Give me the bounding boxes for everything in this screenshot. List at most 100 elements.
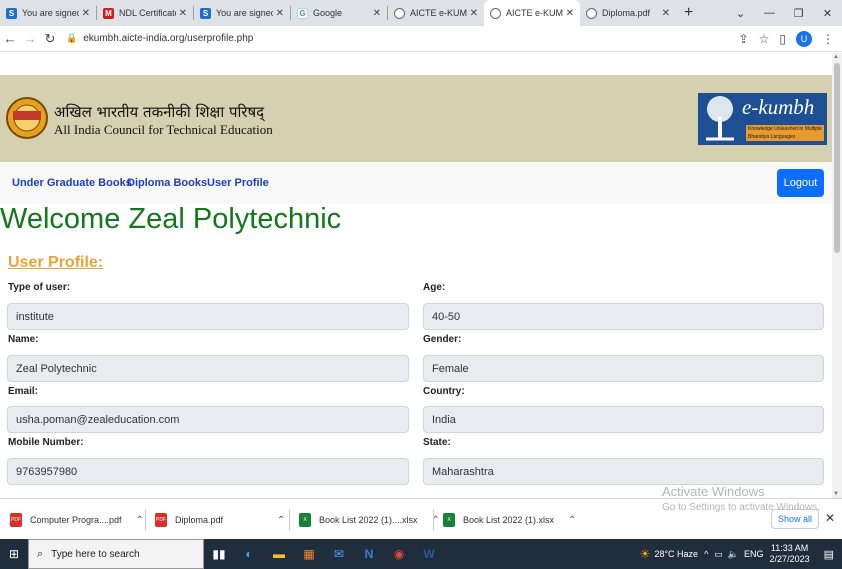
site-s-icon: S: [6, 7, 17, 19]
download-item[interactable]: PDF Computer Progra....pdf ⌃: [10, 507, 144, 533]
country-field[interactable]: India: [423, 406, 824, 433]
aicte-logo-icon: [6, 97, 48, 139]
browser-tab[interactable]: G Google ✕: [291, 0, 387, 26]
side-panel-icon[interactable]: ▯: [779, 32, 786, 46]
tab-label: You are signed in: [22, 8, 79, 18]
mobile-number-label: Mobile Number:: [8, 437, 84, 448]
weather-text[interactable]: 28°C Haze: [654, 549, 698, 559]
tab-search-chevron-icon[interactable]: ⌄: [726, 0, 755, 26]
logout-button[interactable]: Logout: [777, 169, 824, 197]
share-icon[interactable]: ⇪: [739, 32, 749, 46]
file-explorer-icon[interactable]: ▬: [264, 539, 294, 569]
age-field[interactable]: 40-50: [423, 303, 824, 330]
nav-link-user-profile[interactable]: User Profile: [207, 177, 269, 189]
taskbar-search-placeholder: Type here to search: [51, 548, 140, 560]
app-n-icon[interactable]: N: [354, 539, 384, 569]
email-field[interactable]: usha.poman@zealeducation.com: [7, 406, 409, 433]
lock-icon[interactable]: 🔒: [66, 33, 77, 44]
tab-label: AICTE e-KUMBH: [410, 8, 467, 18]
windows-taskbar: ⊞ ⌕ Type here to search ▮▮ ◐ ▬ ▦ ✉ N ◉ W…: [0, 539, 842, 569]
gender-field[interactable]: Female: [423, 355, 824, 382]
name-field[interactable]: Zeal Polytechnic: [7, 355, 409, 382]
page-scrollbar[interactable]: ▲ ▼: [832, 53, 842, 498]
pdf-file-icon: PDF: [10, 513, 22, 527]
profile-avatar[interactable]: U: [796, 30, 812, 47]
system-tray: ☀ 28°C Haze ^ ▭ 🔈 ENG 11:33 AM 2/27/2023…: [640, 539, 842, 569]
menu-kebab-icon[interactable]: ⋮: [822, 32, 834, 46]
language-indicator[interactable]: ENG: [744, 549, 764, 559]
scroll-down-arrow-icon[interactable]: ▼: [833, 491, 839, 497]
browser-tab[interactable]: AICTE e-KUMBH ✕: [388, 0, 484, 26]
ekumbh-tagline: Knowledge Unleashed in Multiple Bharatiy…: [746, 125, 824, 141]
scrollbar-thumb[interactable]: [834, 63, 840, 253]
close-tab-icon[interactable]: ✕: [470, 8, 478, 19]
state-field[interactable]: Maharashtra: [423, 458, 824, 485]
taskbar-search-box[interactable]: ⌕ Type here to search: [28, 539, 204, 569]
bookmark-star-icon[interactable]: ☆: [759, 32, 770, 46]
back-arrow-icon[interactable]: ←: [0, 31, 20, 46]
nav-link-diploma-books[interactable]: Diploma Books: [127, 177, 207, 189]
forward-arrow-icon[interactable]: →: [20, 31, 40, 46]
excel-file-icon: X: [299, 513, 311, 527]
weather-haze-icon[interactable]: ☀: [640, 547, 651, 561]
windows-start-icon[interactable]: ⊞: [0, 539, 28, 569]
site-nav: Under Graduate Books Diploma Books User …: [0, 162, 832, 204]
clock-time: 11:33 AM: [770, 543, 809, 553]
ekumbh-title: e-kumbh: [742, 95, 815, 119]
close-downloads-icon[interactable]: ✕: [825, 511, 835, 525]
type-of-user-field[interactable]: institute: [7, 303, 409, 330]
edge-browser-icon[interactable]: ◐: [234, 539, 264, 569]
url-field[interactable]: 🔒 ekumbh.aicte-india.org/userprofile.php: [66, 29, 739, 49]
speaker-icon[interactable]: 🔈: [728, 549, 739, 560]
restore-icon[interactable]: ❐: [784, 0, 813, 26]
activate-windows-title: Activate Windows: [662, 484, 765, 499]
tab-label: NDL Certificate -: [119, 8, 176, 18]
close-tab-icon[interactable]: ✕: [82, 8, 90, 19]
chevron-up-icon[interactable]: ⌃: [136, 515, 144, 526]
browser-tab-active[interactable]: AICTE e-KUMBH ✕: [484, 0, 580, 26]
close-tab-icon[interactable]: ✕: [566, 8, 574, 19]
globe-icon: [394, 7, 405, 19]
close-tab-icon[interactable]: ✕: [276, 8, 284, 19]
tab-label: AICTE e-KUMBH: [506, 8, 563, 18]
microsoft-store-icon[interactable]: ▦: [294, 539, 324, 569]
network-icon[interactable]: ▭: [714, 549, 723, 560]
taskbar-clock[interactable]: 11:33 AM 2/27/2023: [770, 543, 810, 565]
nav-link-under-graduate-books[interactable]: Under Graduate Books: [12, 177, 132, 189]
close-tab-icon[interactable]: ✕: [179, 8, 187, 19]
council-english-name: All India Council for Technical Educatio…: [54, 122, 273, 137]
notifications-icon[interactable]: ▤: [824, 548, 834, 561]
browser-tab[interactable]: Diploma.pdf ✕: [580, 0, 676, 26]
site-s-icon: S: [200, 7, 211, 19]
chrome-icon[interactable]: ◉: [384, 539, 414, 569]
download-item[interactable]: PDF Diploma.pdf ⌃: [155, 507, 285, 533]
chevron-up-icon[interactable]: ⌃: [568, 515, 576, 526]
url-text[interactable]: ekumbh.aicte-india.org/userprofile.php: [83, 33, 253, 44]
scroll-up-arrow-icon[interactable]: ▲: [833, 54, 839, 60]
mobile-number-field[interactable]: 9763957980: [7, 458, 409, 485]
word-icon[interactable]: W: [414, 539, 444, 569]
minimize-icon[interactable]: —: [755, 0, 784, 26]
close-tab-icon[interactable]: ✕: [373, 8, 381, 19]
search-icon: ⌕: [37, 547, 44, 560]
window-controls: ⌄ — ❐ ✕: [726, 0, 842, 26]
excel-file-icon: X: [443, 513, 455, 527]
age-label: Age:: [423, 282, 446, 293]
close-window-icon[interactable]: ✕: [813, 0, 842, 26]
email-label: Email:: [8, 386, 39, 397]
mail-icon[interactable]: ✉: [324, 539, 354, 569]
tray-chevron-icon[interactable]: ^: [704, 549, 708, 559]
council-hindi-name: अखिल भारतीय तकनीकी शिक्षा परिषद्: [54, 103, 265, 121]
chevron-up-icon[interactable]: ⌃: [277, 515, 285, 526]
browser-tab[interactable]: S You are signed in ✕: [0, 0, 96, 26]
task-view-icon[interactable]: ▮▮: [204, 539, 234, 569]
browser-tab[interactable]: M NDL Certificate - ✕: [97, 0, 193, 26]
download-item[interactable]: X Book List 2022 (1).xlsx ⌃: [443, 507, 576, 533]
new-tab-button[interactable]: +: [676, 0, 701, 26]
download-filename: Diploma.pdf: [175, 515, 224, 525]
close-tab-icon[interactable]: ✕: [662, 8, 670, 19]
reload-icon[interactable]: ↻: [40, 31, 60, 47]
download-item[interactable]: X Book List 2022 (1)....xlsx ⌃: [299, 507, 440, 533]
ekumbh-logo: e-kumbh Knowledge Unleashed in Multiple …: [698, 93, 827, 145]
browser-tab[interactable]: S You are signed in ✕: [194, 0, 290, 26]
